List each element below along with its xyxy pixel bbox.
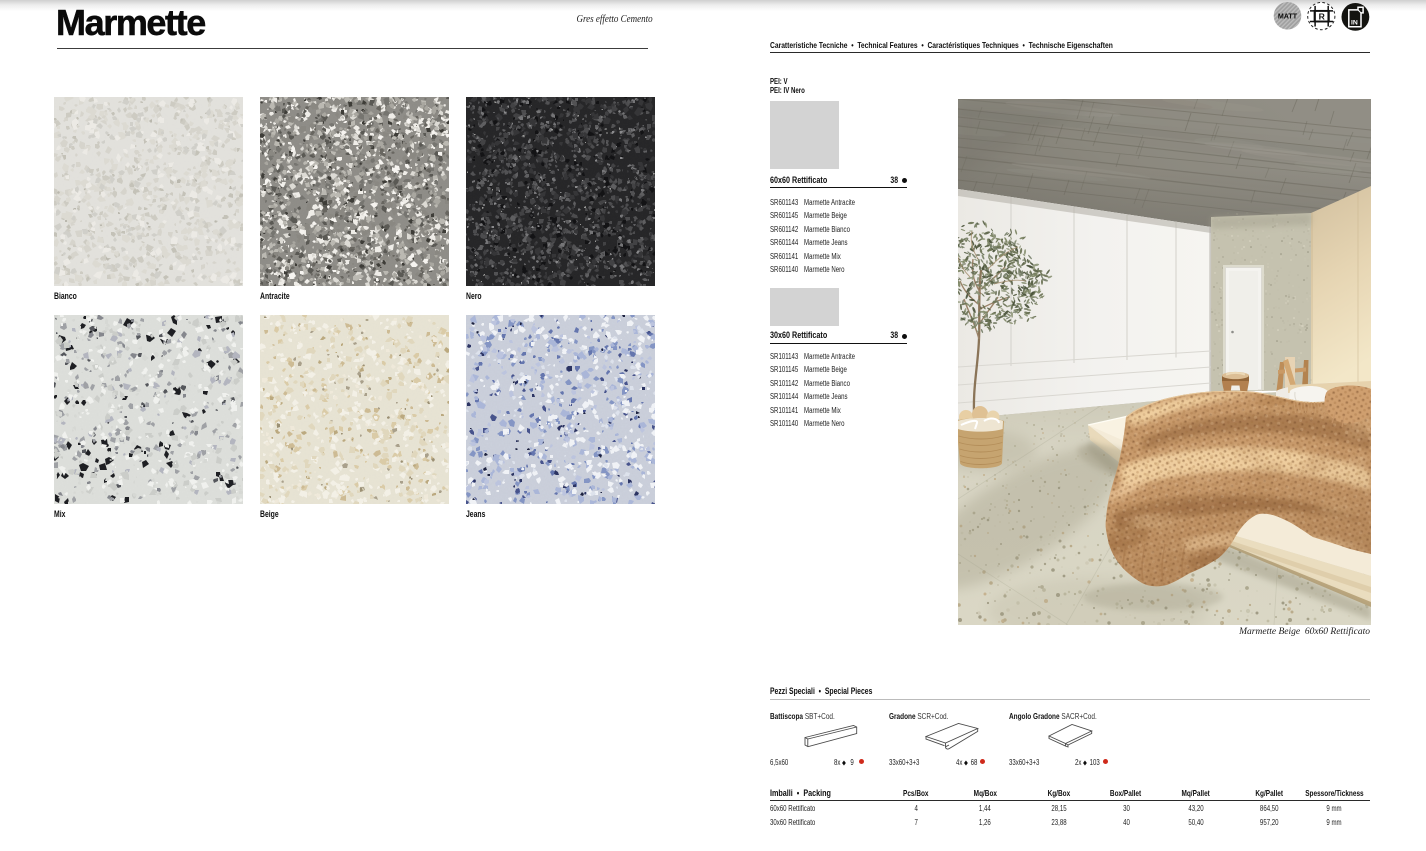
- svg-text:IN: IN: [1351, 20, 1358, 27]
- svg-text:R: R: [1319, 12, 1326, 22]
- svg-text:MATT: MATT: [1278, 11, 1298, 20]
